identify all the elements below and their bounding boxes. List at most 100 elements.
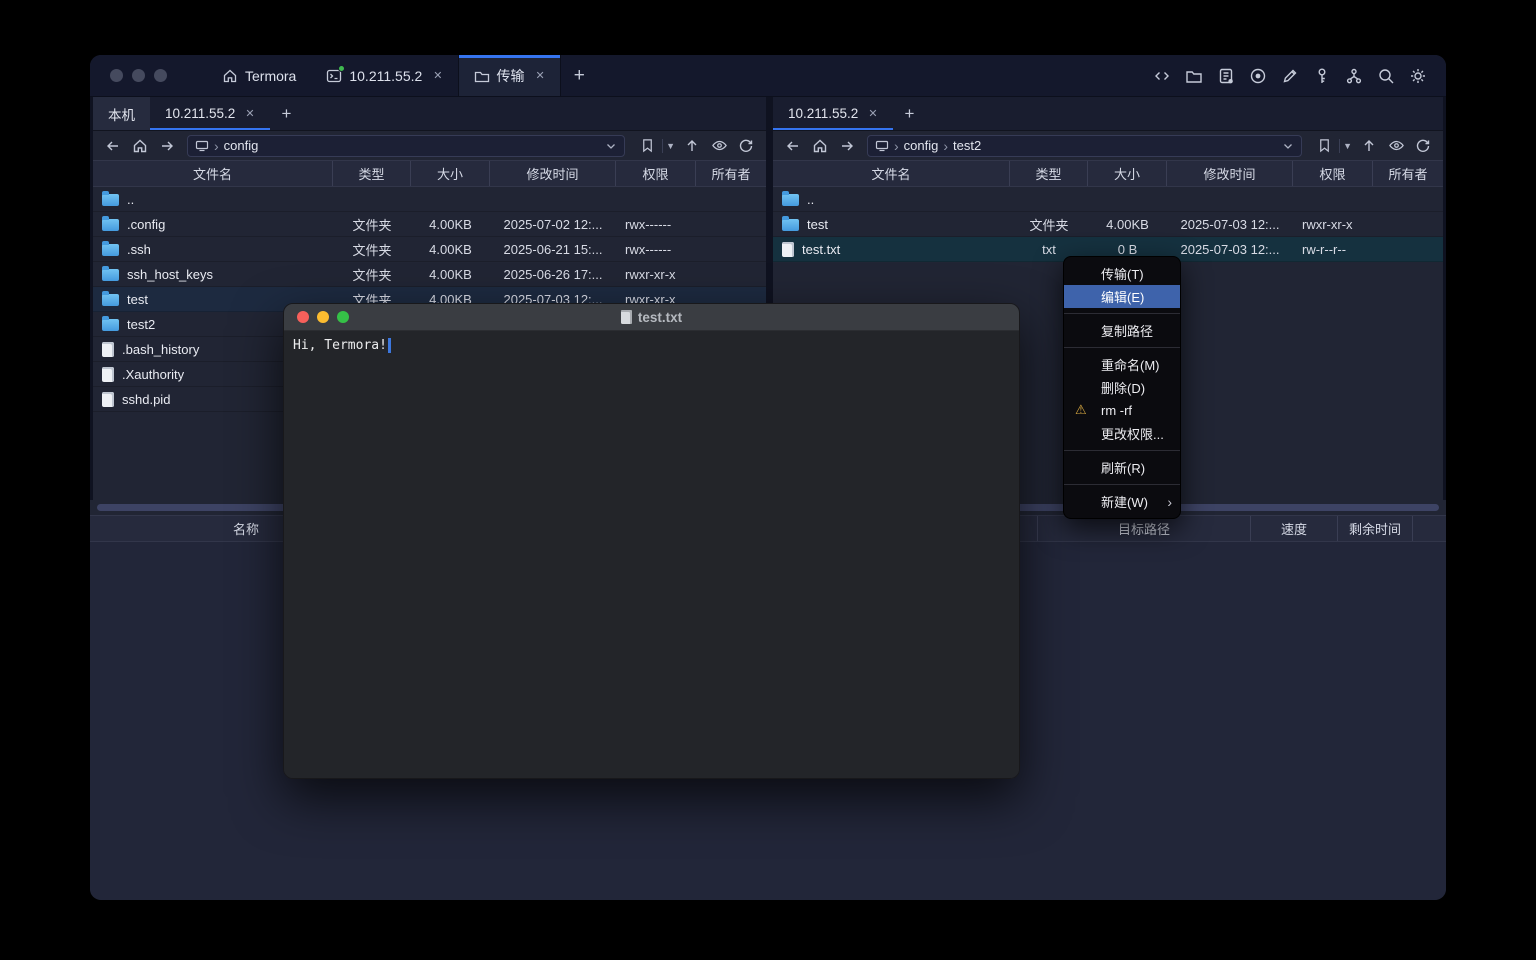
close-tab-icon[interactable] [433,69,442,82]
header-remaining-time[interactable]: 剩余时间 [1338,516,1413,541]
tab-remote-host[interactable]: 10.211.55.2 [150,97,270,130]
path-breadcrumb[interactable]: config [187,135,625,157]
bookmark-dropdown-icon[interactable] [666,141,675,151]
context-menu-item[interactable] [1064,450,1180,451]
header-size[interactable]: 大小 [1088,161,1167,186]
chevron-down-icon[interactable] [605,140,617,152]
header-filename[interactable]: 文件名 [93,161,333,186]
code-icon[interactable] [1152,66,1172,86]
tab-transfer[interactable]: 传输 [458,55,561,96]
bookmark-group [1312,135,1352,157]
search-icon[interactable] [1376,66,1396,86]
show-hidden-eye-icon[interactable] [1384,135,1408,157]
settings-icon[interactable] [1408,66,1428,86]
header-perm[interactable]: 权限 [1293,161,1373,186]
tab-remote-host[interactable]: 10.211.55.2 [773,97,893,130]
cell-mtime: 2025-07-03 12:... [1167,217,1293,232]
header-perm[interactable]: 权限 [616,161,696,186]
context-menu-item[interactable]: 新建(W) [1064,490,1180,513]
key-icon[interactable] [1312,66,1332,86]
path-breadcrumb[interactable]: config test2 [867,135,1302,157]
bookmark-icon[interactable] [1312,135,1336,157]
file-row[interactable]: ssh_host_keys 文件夹 4.00KB 2025-06-26 17:.… [93,262,766,287]
context-menu-item[interactable] [1064,347,1180,348]
back-button[interactable] [101,135,125,157]
notes-icon[interactable] [1216,66,1236,86]
home-button[interactable] [808,135,832,157]
computer-icon [195,139,209,153]
close-tab-icon[interactable] [868,107,877,120]
tab-local[interactable]: 本机 [93,97,150,130]
path-segment[interactable]: config [904,138,939,153]
context-menu-item[interactable]: 编辑(E) [1064,285,1180,308]
header-owner[interactable]: 所有者 [696,161,766,186]
editor-minimize-button[interactable] [317,311,329,323]
back-button[interactable] [781,135,805,157]
editor-titlebar[interactable]: test.txt [284,304,1019,331]
path-segment[interactable]: test2 [953,138,981,153]
forward-button[interactable] [835,135,859,157]
context-menu-item[interactable] [1064,313,1180,314]
file-type-icon [102,219,119,231]
header-owner[interactable]: 所有者 [1373,161,1443,186]
close-tab-icon[interactable] [245,107,254,120]
editor-zoom-button[interactable] [337,311,349,323]
zoom-window-button[interactable] [154,69,167,82]
tab-termora-home[interactable]: Termora [207,55,311,96]
new-panel-tab-button[interactable] [893,97,927,130]
bookmark-dropdown-icon[interactable] [1343,141,1352,151]
tab-ssh-session[interactable]: 10.211.55.2 [311,55,457,96]
chevron-down-icon[interactable] [1282,140,1294,152]
new-tab-button[interactable] [561,55,598,96]
file-type-icon [102,342,114,357]
keychain-icon[interactable] [1344,66,1364,86]
file-type-icon [102,244,119,256]
editor-content[interactable]: Hi, Termora! [284,331,1019,778]
bookmark-icon[interactable] [635,135,659,157]
minimize-window-button[interactable] [132,69,145,82]
home-button[interactable] [128,135,152,157]
menu-item-icon [1075,403,1101,418]
forward-button[interactable] [155,135,179,157]
upload-icon[interactable] [680,135,704,157]
file-type-icon [102,367,114,382]
header-speed[interactable]: 速度 [1251,516,1338,541]
header-type[interactable]: 类型 [333,161,411,186]
header-type[interactable]: 类型 [1010,161,1088,186]
refresh-icon[interactable] [1411,135,1435,157]
header-target-path[interactable]: 目标路径 [1038,516,1251,541]
context-menu-item[interactable] [1064,484,1180,485]
header-mtime[interactable]: 修改时间 [1167,161,1293,186]
file-row[interactable]: .. [773,187,1443,212]
folder-icon[interactable] [1184,66,1204,86]
menu-item-label: 更改权限... [1101,424,1164,443]
context-menu-item[interactable]: 刷新(R) [1064,456,1180,479]
context-menu-item[interactable]: 更改权限... [1064,422,1180,445]
cell-type: 文件夹 [333,265,411,284]
file-row[interactable]: test 文件夹 4.00KB 2025-07-03 12:... rwxr-x… [773,212,1443,237]
context-menu-item[interactable]: rm -rf [1064,399,1180,422]
context-menu-item[interactable]: 重命名(M) [1064,353,1180,376]
file-row[interactable]: .. [93,187,766,212]
show-hidden-eye-icon[interactable] [707,135,731,157]
close-tab-icon[interactable] [536,69,545,82]
path-segment[interactable]: config [224,138,259,153]
upload-icon[interactable] [1357,135,1381,157]
context-menu-item[interactable]: 删除(D) [1064,376,1180,399]
context-menu-item[interactable]: 传输(T) [1064,262,1180,285]
new-panel-tab-button[interactable] [270,97,304,130]
header-mtime[interactable]: 修改时间 [490,161,616,186]
record-icon[interactable] [1248,66,1268,86]
header-filename[interactable]: 文件名 [773,161,1010,186]
file-row[interactable]: .config 文件夹 4.00KB 2025-07-02 12:... rwx… [93,212,766,237]
header-size[interactable]: 大小 [411,161,490,186]
cell-filename: .. [93,192,333,207]
context-menu-item[interactable]: 复制路径 [1064,319,1180,342]
file-row[interactable]: .ssh 文件夹 4.00KB 2025-06-21 15:... rwx---… [93,237,766,262]
cell-size: 4.00KB [411,217,490,232]
refresh-icon[interactable] [734,135,758,157]
close-window-button[interactable] [110,69,123,82]
pencil-icon[interactable] [1280,66,1300,86]
cell-filename: .. [773,192,1010,207]
editor-close-button[interactable] [297,311,309,323]
